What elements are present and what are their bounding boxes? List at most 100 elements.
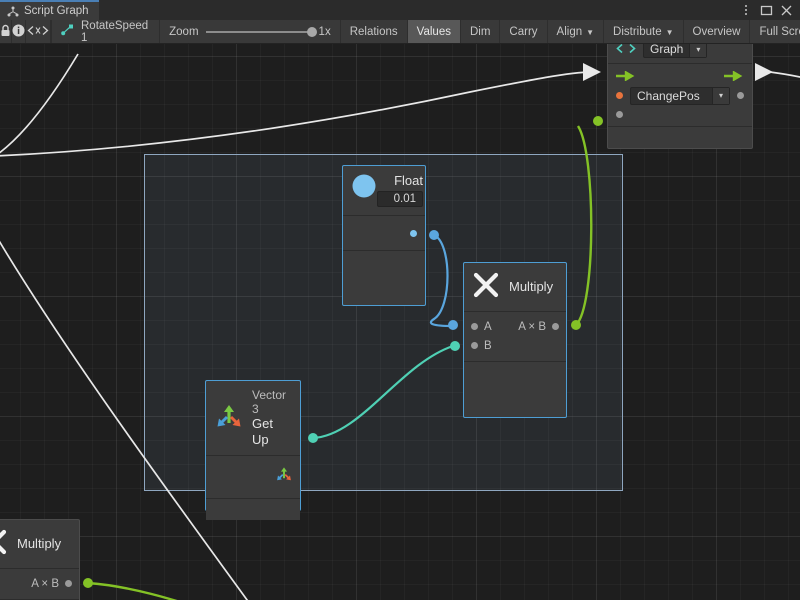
event-name-value: ChangePos (631, 88, 712, 104)
breadcrumb[interactable]: RotateSpeed 1 (51, 20, 160, 43)
control-wire-right (770, 72, 800, 78)
multiply-input-b-port[interactable] (471, 342, 478, 349)
multiply-partial-output-port[interactable] (65, 580, 72, 587)
vector3-node-body (206, 456, 300, 499)
toolbar-button-align[interactable]: Align ▼ (548, 20, 605, 43)
data-wire-float-to-multiply (431, 235, 452, 326)
vector3-output-row (213, 456, 293, 498)
multiply-partial-title: Multiply (17, 536, 61, 551)
vector3-title-line2: Get Up (252, 416, 292, 447)
vector3-title-block: Vector 3 Get Up (252, 388, 292, 447)
control-arrow-out (755, 63, 773, 81)
chevron-down-icon: ▼ (666, 29, 674, 37)
multiply-node-body: A A × B B (464, 312, 566, 362)
graph-type-dropdown[interactable]: Graph ▾ (643, 44, 707, 58)
zoom-value: 1x (319, 26, 331, 38)
graph-node-flow-row (616, 69, 744, 85)
float-value-field[interactable]: 0.01 (377, 191, 423, 207)
toolbar-button-full-screen[interactable]: Full Screen (750, 20, 800, 43)
node-graph-event[interactable]: Graph ▾ (607, 44, 753, 149)
zoom-label: Zoom (169, 26, 198, 38)
lock-button[interactable] (0, 20, 12, 43)
vector3-node-footer (206, 499, 300, 520)
toolbar-button-label: Full Screen (759, 26, 800, 38)
code-view-button[interactable] (26, 20, 51, 43)
float-output-row (351, 216, 417, 250)
event-input-port[interactable] (616, 92, 623, 99)
multiply-x-icon (0, 529, 8, 558)
toolbar-button-dim[interactable]: Dim (461, 20, 500, 43)
graph-node-header[interactable]: Graph ▾ (608, 44, 752, 64)
wire-knob-float-out (429, 230, 439, 240)
node-float[interactable]: Float 0.01 (342, 165, 426, 306)
tab-bar-empty (99, 0, 736, 20)
graph-icon (7, 6, 19, 17)
multiply-node-footer (464, 362, 566, 380)
data-wire-multiply-to-graph (576, 126, 591, 325)
multiply-row-b: B (471, 336, 559, 355)
graph-node-body: ChangePos ▾ (608, 64, 752, 127)
float-title-block: Float 0.01 (377, 173, 423, 207)
graph-node-arg-row (616, 106, 744, 122)
graph-node-event-row: ChangePos ▾ (616, 85, 744, 106)
zoom-slider[interactable] (206, 31, 312, 33)
wire-knob-vector3-out (308, 433, 318, 443)
multiply-output-port[interactable] (552, 323, 559, 330)
event-name-dropdown[interactable]: ChangePos ▾ (630, 87, 730, 105)
flow-in-arrow-icon[interactable] (616, 68, 636, 86)
multiply-title: Multiply (509, 279, 553, 294)
zoom-slider-handle[interactable] (307, 27, 317, 37)
chevron-down-icon: ▾ (712, 88, 729, 104)
toolbar-button-label: Dim (470, 26, 490, 38)
toolbar-button-carry[interactable]: Carry (500, 20, 547, 43)
toolbar-button-label: Align (557, 26, 583, 38)
chevron-down-icon: ▼ (586, 29, 594, 37)
multiply-output-label: A × B (518, 321, 546, 333)
window-controls (736, 0, 800, 20)
window-menu-button[interactable] (736, 0, 756, 20)
toolbar-button-overview[interactable]: Overview (684, 20, 751, 43)
toolbar-button-relations[interactable]: Relations (341, 20, 408, 43)
info-icon (12, 24, 25, 40)
info-button[interactable] (12, 20, 26, 43)
lock-icon (0, 24, 11, 40)
graph-canvas[interactable]: Graph ▾ (0, 44, 800, 600)
control-wire-main (0, 72, 592, 156)
control-arrow-in (583, 63, 601, 81)
vector3-node-header: Vector 3 Get Up (206, 381, 300, 456)
multiply-partial-header: Multiply (0, 520, 79, 569)
argument-input-port[interactable] (616, 111, 623, 118)
vector3-axes-icon (214, 401, 244, 434)
node-multiply-partial[interactable]: Multiply A A × B (0, 519, 80, 600)
graph-toolbar: RotateSpeed 1 Zoom 1x Relations Values D… (0, 20, 800, 44)
toolbar-button-label: Values (417, 26, 451, 38)
zoom-control[interactable]: Zoom 1x (160, 20, 341, 43)
maximize-icon[interactable] (756, 0, 776, 20)
script-graph-window: Script Graph (0, 0, 800, 600)
toolbar-button-distribute[interactable]: Distribute ▼ (604, 20, 684, 43)
float-node-footer (343, 251, 425, 273)
wire-knob-multiply-a-in (448, 320, 458, 330)
multiply-input-a-port[interactable] (471, 323, 478, 330)
float-node-body (343, 216, 425, 251)
float-output-port[interactable] (410, 230, 417, 237)
multiply-input-b-label: B (484, 340, 492, 352)
toolbar-button-label: Overview (693, 26, 741, 38)
multiply-node-header: Multiply (464, 263, 566, 312)
code-brackets-icon (616, 44, 636, 57)
event-output-port[interactable] (737, 92, 744, 99)
close-icon[interactable] (776, 0, 796, 20)
flow-out-arrow-icon[interactable] (724, 68, 744, 86)
float-title: Float (377, 173, 423, 188)
control-wire-upper-left (0, 54, 78, 156)
node-multiply[interactable]: Multiply A A × B B (463, 262, 567, 418)
graph-type-value: Graph (644, 44, 689, 57)
toolbar-button-values[interactable]: Values (408, 20, 461, 43)
tab-script-graph[interactable]: Script Graph (0, 0, 99, 20)
node-vector3-get-up[interactable]: Vector 3 Get Up (205, 380, 301, 511)
node-icon (61, 24, 74, 39)
float-circle-icon (351, 173, 377, 202)
graph-node-footer (608, 127, 752, 141)
toolbar-button-label: Distribute (613, 26, 662, 38)
wire-knob-multiply-out (571, 320, 581, 330)
